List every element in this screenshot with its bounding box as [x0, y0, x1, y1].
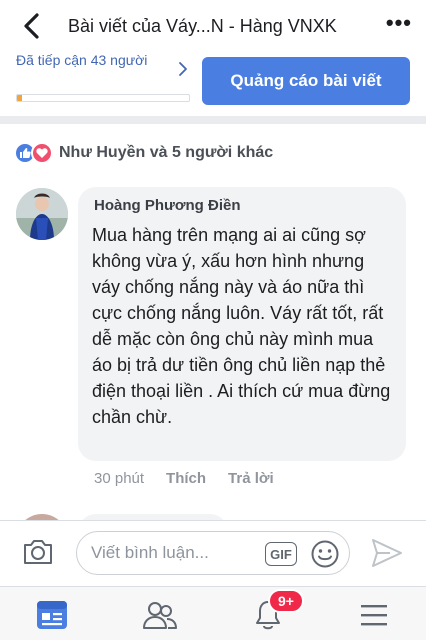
camera-icon[interactable]: [22, 537, 54, 567]
comment-text: Mua hàng trên mạng ai ai cũng sợ không v…: [92, 225, 391, 427]
love-icon: [31, 142, 53, 164]
reach-progress-fill: [17, 95, 23, 101]
like-comment-link[interactable]: Thích: [166, 470, 206, 487]
news-feed-icon[interactable]: [32, 595, 72, 635]
reach-progress-bar: [16, 94, 190, 102]
section-divider: [0, 116, 426, 124]
avatar[interactable]: [16, 188, 68, 240]
menu-icon[interactable]: [354, 595, 394, 635]
page-title: Bài viết của Váy...N - Hàng VNXK: [68, 16, 337, 36]
comment-author[interactable]: Hoàng Phương Điền: [94, 197, 392, 214]
gif-icon[interactable]: GIF: [265, 542, 297, 566]
friends-icon[interactable]: [140, 595, 180, 635]
bottom-navigation: 9+: [0, 586, 426, 640]
top-bar: Bài viết của Váy...N - Hàng VNXK •••: [0, 0, 426, 52]
notification-badge: 9+: [268, 589, 304, 613]
comment-bubble[interactable]: Hoàng Phương Điền Mua hàng trên mạng ai …: [78, 187, 406, 461]
more-dots-icon[interactable]: •••: [386, 10, 412, 36]
reactions-summary[interactable]: Như Huyền và 5 người khác: [14, 142, 273, 164]
comment-input-box[interactable]: GIF: [76, 531, 350, 575]
emoji-icon[interactable]: [310, 539, 340, 569]
comment-actions: 30 phút Thích Trả lời: [94, 470, 296, 487]
chevron-right-icon[interactable]: [176, 60, 190, 78]
reactions-text: Như Huyền và 5 người khác: [59, 144, 274, 161]
promote-post-button[interactable]: Quảng cáo bài viết: [202, 57, 410, 105]
reach-text[interactable]: Đã tiếp cận 43 người: [16, 52, 166, 69]
reach-section: Đã tiếp cận 43 người Quảng cáo bài viết: [0, 52, 426, 112]
chevron-left-icon[interactable]: [20, 12, 44, 40]
comment-input[interactable]: [91, 540, 261, 566]
comment-time: 30 phút: [94, 470, 145, 487]
send-icon[interactable]: [370, 537, 404, 569]
comment-composer: GIF: [0, 520, 426, 586]
reply-comment-link[interactable]: Trả lời: [228, 470, 274, 487]
